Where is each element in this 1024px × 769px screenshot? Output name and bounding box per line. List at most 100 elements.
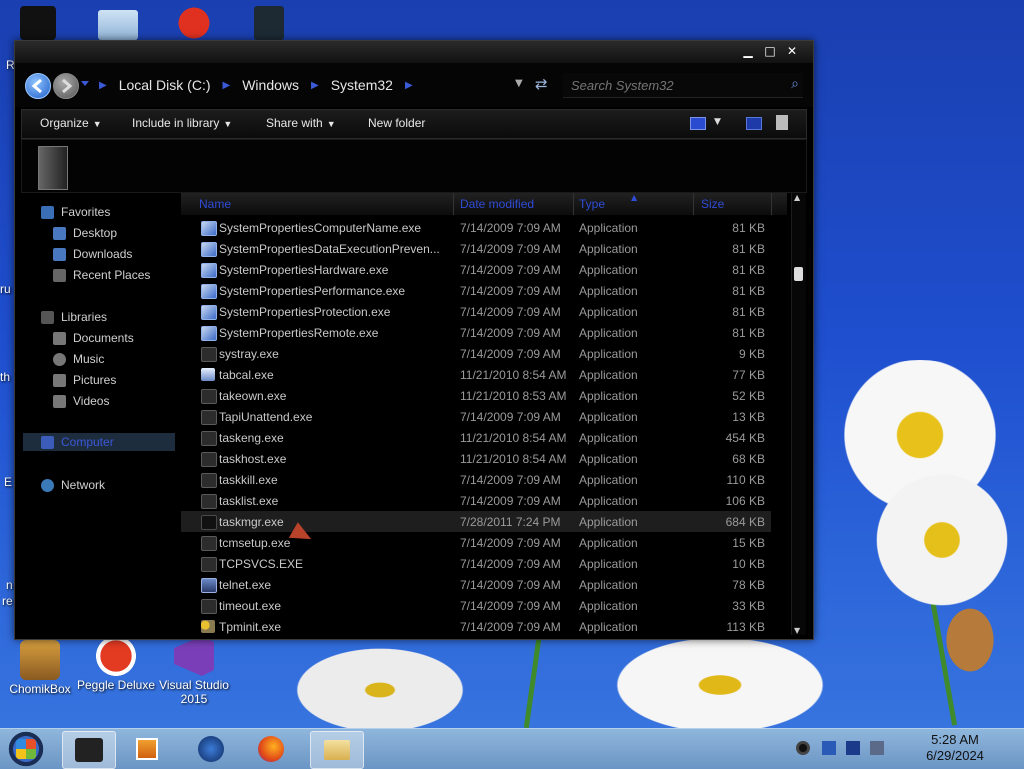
exe-icon <box>201 410 217 425</box>
taskbar-explorer-folder[interactable] <box>310 731 364 769</box>
nav-computer[interactable]: Computer <box>23 433 175 451</box>
nav-videos[interactable]: Videos <box>53 392 109 410</box>
new-folder-button[interactable]: New folder <box>368 116 425 130</box>
file-size: 81 KB <box>732 305 765 319</box>
taskbar-media-player[interactable] <box>122 731 174 767</box>
share-with-button[interactable]: Share with ▼ <box>266 116 336 130</box>
column-divider[interactable] <box>771 193 772 215</box>
file-type: Application <box>579 263 638 277</box>
view-options-dropdown-icon[interactable]: ▼ <box>714 117 721 127</box>
breadcrumb-separator-icon[interactable]: ▶ <box>405 80 413 91</box>
address-dropdown-icon[interactable]: ▼ <box>515 78 523 89</box>
desktop-icon-label: Peggle Deluxe <box>76 678 156 692</box>
scroll-down-icon[interactable]: ▼ <box>794 626 800 635</box>
taskbar-globe[interactable] <box>186 731 238 767</box>
nav-pictures[interactable]: Pictures <box>53 371 116 389</box>
search-icon[interactable]: ⌕ <box>791 76 799 92</box>
file-row[interactable]: tcmsetup.exe 7/14/2009 7:09 AM Application… <box>181 532 771 553</box>
organize-button[interactable]: Organize ▼ <box>40 116 102 130</box>
column-divider[interactable] <box>693 193 694 215</box>
file-row[interactable]: takeown.exe 11/21/2010 8:53 AM Application… <box>181 385 771 406</box>
breadcrumb-item[interactable]: Windows <box>242 77 299 93</box>
recycle-bin-icon[interactable] <box>20 6 56 40</box>
title-bar[interactable]: ▁ □ ✕ <box>15 41 813 63</box>
file-row[interactable]: SystemPropertiesProtection.exe 7/14/2009 … <box>181 301 771 322</box>
nav-downloads[interactable]: Downloads <box>53 245 132 263</box>
help-icon[interactable] <box>776 115 788 130</box>
breadcrumb-separator-icon[interactable]: ▶ <box>223 80 231 91</box>
file-name: taskhost.exe <box>219 452 287 466</box>
column-divider[interactable] <box>453 193 454 215</box>
column-header-size[interactable]: Size <box>701 197 724 211</box>
peggle-icon[interactable] <box>172 6 216 40</box>
network-status-icon[interactable] <box>846 741 860 755</box>
file-row[interactable]: SystemPropertiesHardware.exe 7/14/2009 7:… <box>181 259 771 280</box>
file-size: 684 KB <box>725 515 765 529</box>
search-box[interactable]: ⌕ <box>563 73 803 98</box>
close-button[interactable]: ✕ <box>781 43 803 59</box>
nav-network[interactable]: Network <box>41 476 105 494</box>
file-date: 7/14/2009 7:09 AM <box>460 599 561 613</box>
file-row[interactable]: tasklist.exe 7/14/2009 7:09 AM Application… <box>181 490 771 511</box>
include-in-library-button[interactable]: Include in library ▼ <box>132 116 232 130</box>
column-divider[interactable] <box>573 193 574 215</box>
desktop-icon-peggle[interactable]: Peggle Deluxe <box>76 636 156 692</box>
file-row[interactable]: TCPSVCS.EXE 7/14/2009 7:09 AM Application 1… <box>181 553 771 574</box>
nav-desktop[interactable]: Desktop <box>53 224 117 242</box>
scroll-up-icon[interactable]: ▲ <box>794 193 800 202</box>
file-row[interactable]: timeout.exe 7/14/2009 7:09 AM Application 3… <box>181 595 771 616</box>
back-arrow-icon[interactable] <box>25 73 51 99</box>
column-header-name[interactable]: Name <box>199 197 231 211</box>
breadcrumb-item[interactable]: System32 <box>331 77 393 93</box>
file-size: 81 KB <box>732 221 765 235</box>
breadcrumb-item[interactable]: Local Disk (C:) <box>119 77 211 93</box>
history-dropdown-icon[interactable] <box>81 81 89 86</box>
file-row[interactable]: SystemPropertiesPerformance.exe 7/14/2009… <box>181 280 771 301</box>
preview-pane-icon[interactable] <box>746 117 762 130</box>
desktop-icon-visual-studio[interactable]: Visual Studio 2015 <box>154 636 234 706</box>
nav-libraries[interactable]: Libraries <box>41 308 107 326</box>
breadcrumb-separator-icon[interactable]: ▶ <box>311 80 319 91</box>
nav-documents[interactable]: Documents <box>53 329 134 347</box>
nav-label: Computer <box>61 435 114 449</box>
refresh-icon[interactable]: ⇄ <box>535 75 548 93</box>
sysprop-icon <box>201 284 217 299</box>
start-button[interactable] <box>4 731 48 767</box>
search-input[interactable] <box>569 77 773 94</box>
file-row[interactable]: taskmgr.exe 7/28/2011 7:24 PM Application 6… <box>181 511 771 532</box>
change-view-icon[interactable] <box>690 117 706 130</box>
folder-icon[interactable] <box>98 10 138 40</box>
file-row[interactable]: taskkill.exe 7/14/2009 7:09 AM Application… <box>181 469 771 490</box>
file-date: 7/14/2009 7:09 AM <box>460 557 561 571</box>
tray-device-icon[interactable] <box>822 741 836 755</box>
file-row[interactable]: tabcal.exe 11/21/2010 8:54 AM Application 7… <box>181 364 771 385</box>
clock-time: 5:28 AM <box>931 732 979 747</box>
file-row[interactable]: systray.exe 7/14/2009 7:09 AM Application 9… <box>181 343 771 364</box>
desktop-icon-chomikbox[interactable]: ChomikBox <box>0 640 80 696</box>
nav-recent-places[interactable]: Recent Places <box>53 266 150 284</box>
column-header-type[interactable]: Type <box>579 197 605 211</box>
system-clock[interactable]: 5:28 AM 6/29/2024 <box>910 732 1000 764</box>
file-name: SystemPropertiesHardware.exe <box>219 263 389 277</box>
file-row[interactable]: telnet.exe 7/14/2009 7:09 AM Application 78… <box>181 574 771 595</box>
file-row[interactable]: taskhost.exe 11/21/2010 8:54 AM Applicatio… <box>181 448 771 469</box>
file-row[interactable]: SystemPropertiesComputerName.exe 7/14/200… <box>181 217 771 238</box>
volume-icon[interactable] <box>870 741 884 755</box>
taskbar-firefox[interactable] <box>246 731 298 767</box>
nav-favorites[interactable]: Favorites <box>41 203 110 221</box>
tray-icon[interactable] <box>796 741 810 755</box>
vertical-scrollbar[interactable]: ▲ ▼ <box>791 193 806 635</box>
file-row[interactable]: SystemPropertiesRemote.exe 7/14/2009 7:09… <box>181 322 771 343</box>
maximize-button[interactable]: □ <box>759 43 781 59</box>
file-row[interactable]: TapiUnattend.exe 7/14/2009 7:09 AM Applica… <box>181 406 771 427</box>
file-row[interactable]: Tpminit.exe 7/14/2009 7:09 AM Application 1… <box>181 616 771 635</box>
scrollbar-thumb[interactable] <box>794 267 803 281</box>
file-row[interactable]: taskeng.exe 11/21/2010 8:54 AM Application… <box>181 427 771 448</box>
forward-arrow-icon[interactable] <box>53 73 79 99</box>
minimize-button[interactable]: ▁ <box>737 43 759 59</box>
computer-case-icon[interactable] <box>254 6 284 40</box>
taskbar-explorer-window[interactable] <box>62 731 116 769</box>
nav-music[interactable]: Music <box>53 350 104 368</box>
column-header-date[interactable]: Date modified <box>460 197 534 211</box>
file-row[interactable]: SystemPropertiesDataExecutionPreven... 7/… <box>181 238 771 259</box>
